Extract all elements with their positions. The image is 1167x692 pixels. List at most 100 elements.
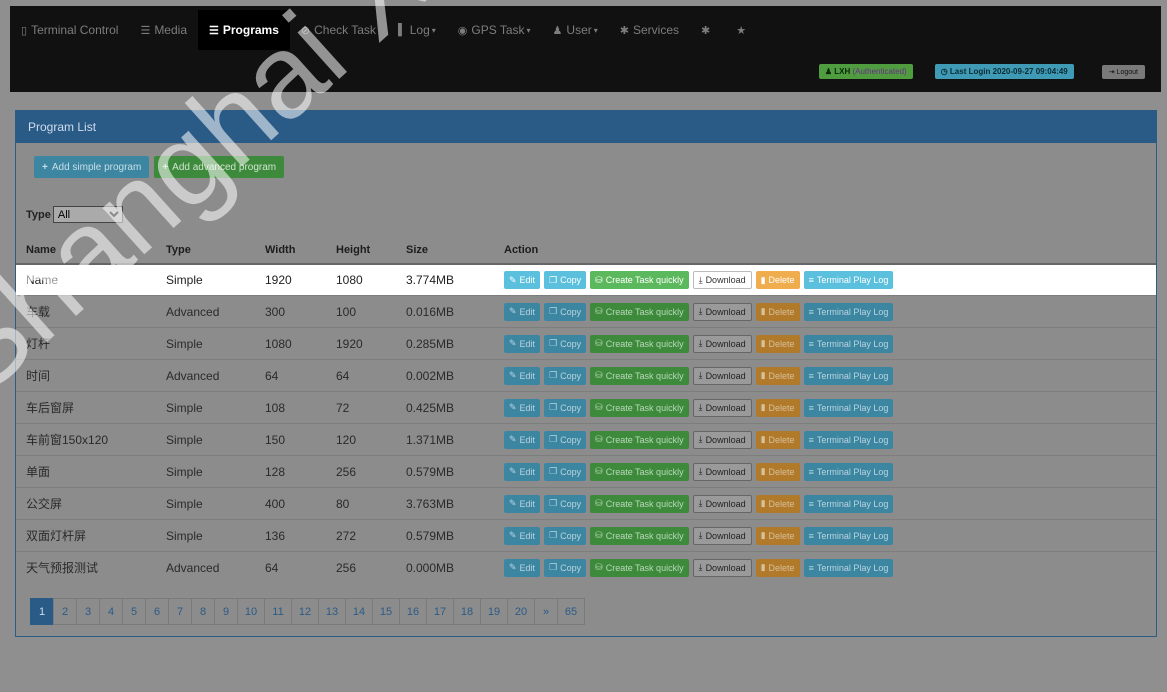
create-task-button[interactable]: ⛁ Create Task quickly xyxy=(590,271,689,289)
create-task-button[interactable]: ⛁ Create Task quickly xyxy=(590,366,689,385)
page-link-20[interactable]: 20 xyxy=(507,598,535,625)
page-link-2[interactable]: 2 xyxy=(53,598,77,625)
page-link-18[interactable]: 18 xyxy=(453,598,481,625)
nav-item-log[interactable]: ▌ Log ▾ xyxy=(387,10,447,50)
download-button[interactable]: ⤓ Download xyxy=(692,494,752,513)
create-task-button[interactable]: ⛁ Create Task quickly xyxy=(590,494,689,513)
delete-button[interactable]: ▮ Delete xyxy=(755,302,800,321)
copy-button[interactable]: ❐ Copy xyxy=(544,302,587,321)
page-link-14[interactable]: 14 xyxy=(345,598,373,625)
column-header-height[interactable]: Height xyxy=(326,236,396,265)
download-button[interactable]: ⤓ Download xyxy=(692,526,752,545)
nav-item-check-task[interactable]: ⊘ Check Task xyxy=(290,10,387,50)
edit-button[interactable]: ✎ Edit xyxy=(504,430,541,449)
create-task-button[interactable]: ⛁ Create Task quickly xyxy=(590,430,689,449)
download-button[interactable]: ⤓ Download xyxy=(692,398,752,417)
terminal-play-log-button[interactable]: ≡ Terminal Play Log xyxy=(803,271,894,289)
download-button[interactable]: ⤓ Download xyxy=(692,558,752,577)
download-button[interactable]: ⤓ Download xyxy=(692,334,752,353)
copy-button[interactable]: ❐ Copy xyxy=(544,430,587,449)
terminal-play-log-button[interactable]: ≡ Terminal Play Log xyxy=(803,302,894,321)
column-header-size[interactable]: Size xyxy=(396,236,494,265)
download-button[interactable]: ⤓ Download xyxy=(692,271,752,289)
page-link-next[interactable]: » xyxy=(534,598,558,625)
add-simple-program-button[interactable]: + Add simple program xyxy=(34,156,150,178)
copy-button[interactable]: ❐ Copy xyxy=(544,271,587,289)
page-link-8[interactable]: 8 xyxy=(191,598,215,625)
create-task-button[interactable]: ⛁ Create Task quickly xyxy=(590,526,689,545)
create-task-button[interactable]: ⛁ Create Task quickly xyxy=(590,462,689,481)
copy-button[interactable]: ❐ Copy xyxy=(544,558,587,577)
page-link-13[interactable]: 13 xyxy=(318,598,346,625)
terminal-play-log-button[interactable]: ≡ Terminal Play Log xyxy=(803,494,894,513)
edit-button[interactable]: ✎ Edit xyxy=(504,558,541,577)
delete-button[interactable]: ▮ Delete xyxy=(755,334,800,353)
nav-item-gear[interactable]: ✱ xyxy=(690,10,725,50)
page-link-1[interactable]: 1 xyxy=(30,598,54,625)
copy-button[interactable]: ❐ Copy xyxy=(544,366,587,385)
type-select[interactable]: All xyxy=(52,206,123,223)
add-advanced-program-button[interactable]: + Add advanced program xyxy=(154,156,285,178)
create-task-button[interactable]: ⛁ Create Task quickly xyxy=(590,334,689,353)
edit-button[interactable]: ✎ Edit xyxy=(504,398,541,417)
download-button[interactable]: ⤓ Download xyxy=(692,462,752,481)
terminal-play-log-button[interactable]: ≡ Terminal Play Log xyxy=(803,462,894,481)
delete-button[interactable]: ▮ Delete xyxy=(755,526,800,545)
column-header-name[interactable]: Name xyxy=(16,236,156,265)
terminal-play-log-button[interactable]: ≡ Terminal Play Log xyxy=(803,430,894,449)
page-link-12[interactable]: 12 xyxy=(291,598,319,625)
logout-button[interactable]: ⇥ Logout xyxy=(1101,64,1145,79)
copy-button[interactable]: ❐ Copy xyxy=(544,398,587,417)
edit-button[interactable]: ✎ Edit xyxy=(504,462,541,481)
delete-button[interactable]: ▮ Delete xyxy=(755,558,800,577)
edit-button[interactable]: ✎ Edit xyxy=(504,302,541,321)
edit-button[interactable]: ✎ Edit xyxy=(504,271,541,289)
copy-button[interactable]: ❐ Copy xyxy=(544,494,587,513)
copy-button[interactable]: ❐ Copy xyxy=(544,334,587,353)
edit-button[interactable]: ✎ Edit xyxy=(504,494,541,513)
delete-button[interactable]: ▮ Delete xyxy=(755,494,800,513)
page-link-6[interactable]: 6 xyxy=(145,598,169,625)
download-button[interactable]: ⤓ Download xyxy=(692,366,752,385)
page-link-10[interactable]: 10 xyxy=(237,598,265,625)
edit-button[interactable]: ✎ Edit xyxy=(504,334,541,353)
nav-item-user[interactable]: ♟ User ▾ xyxy=(542,10,609,50)
page-link-16[interactable]: 16 xyxy=(399,598,427,625)
nav-item-media[interactable]: ☰ Media xyxy=(129,10,198,50)
create-task-button[interactable]: ⛁ Create Task quickly xyxy=(590,558,689,577)
nav-item-terminal-control[interactable]: ▯ Terminal Control xyxy=(10,10,129,50)
delete-button[interactable]: ▮ Delete xyxy=(755,430,800,449)
terminal-play-log-button[interactable]: ≡ Terminal Play Log xyxy=(803,334,894,353)
page-link-7[interactable]: 7 xyxy=(168,598,192,625)
nav-item-star[interactable]: ★ xyxy=(725,10,761,50)
page-link-19[interactable]: 19 xyxy=(480,598,508,625)
column-header-width[interactable]: Width xyxy=(255,236,326,265)
edit-button[interactable]: ✎ Edit xyxy=(504,366,541,385)
page-link-9[interactable]: 9 xyxy=(214,598,238,625)
nav-item-services[interactable]: ✱ Services xyxy=(609,10,690,50)
delete-button[interactable]: ▮ Delete xyxy=(755,366,800,385)
nav-item-programs[interactable]: ☰ Programs xyxy=(198,10,290,50)
create-task-button[interactable]: ⛁ Create Task quickly xyxy=(590,302,689,321)
terminal-play-log-button[interactable]: ≡ Terminal Play Log xyxy=(803,558,894,577)
page-link-15[interactable]: 15 xyxy=(372,598,400,625)
nav-item-gps-task[interactable]: ◉ GPS Task ▾ xyxy=(447,10,542,50)
page-link-65[interactable]: 65 xyxy=(557,598,585,625)
delete-button[interactable]: ▮ Delete xyxy=(755,398,800,417)
delete-button[interactable]: ▮ Delete xyxy=(755,271,800,289)
page-link-5[interactable]: 5 xyxy=(122,598,146,625)
page-link-3[interactable]: 3 xyxy=(76,598,100,625)
delete-button[interactable]: ▮ Delete xyxy=(755,462,800,481)
create-task-button[interactable]: ⛁ Create Task quickly xyxy=(590,398,689,417)
download-button[interactable]: ⤓ Download xyxy=(692,430,752,449)
terminal-play-log-button[interactable]: ≡ Terminal Play Log xyxy=(803,366,894,385)
user-badge[interactable]: ♟ LXH (Authenticated) xyxy=(818,64,913,79)
page-link-11[interactable]: 11 xyxy=(264,598,292,625)
page-link-17[interactable]: 17 xyxy=(426,598,454,625)
terminal-play-log-button[interactable]: ≡ Terminal Play Log xyxy=(803,398,894,417)
terminal-play-log-button[interactable]: ≡ Terminal Play Log xyxy=(803,526,894,545)
page-link-4[interactable]: 4 xyxy=(99,598,123,625)
copy-button[interactable]: ❐ Copy xyxy=(544,526,587,545)
column-header-type[interactable]: Type xyxy=(156,236,255,265)
copy-button[interactable]: ❐ Copy xyxy=(544,462,587,481)
